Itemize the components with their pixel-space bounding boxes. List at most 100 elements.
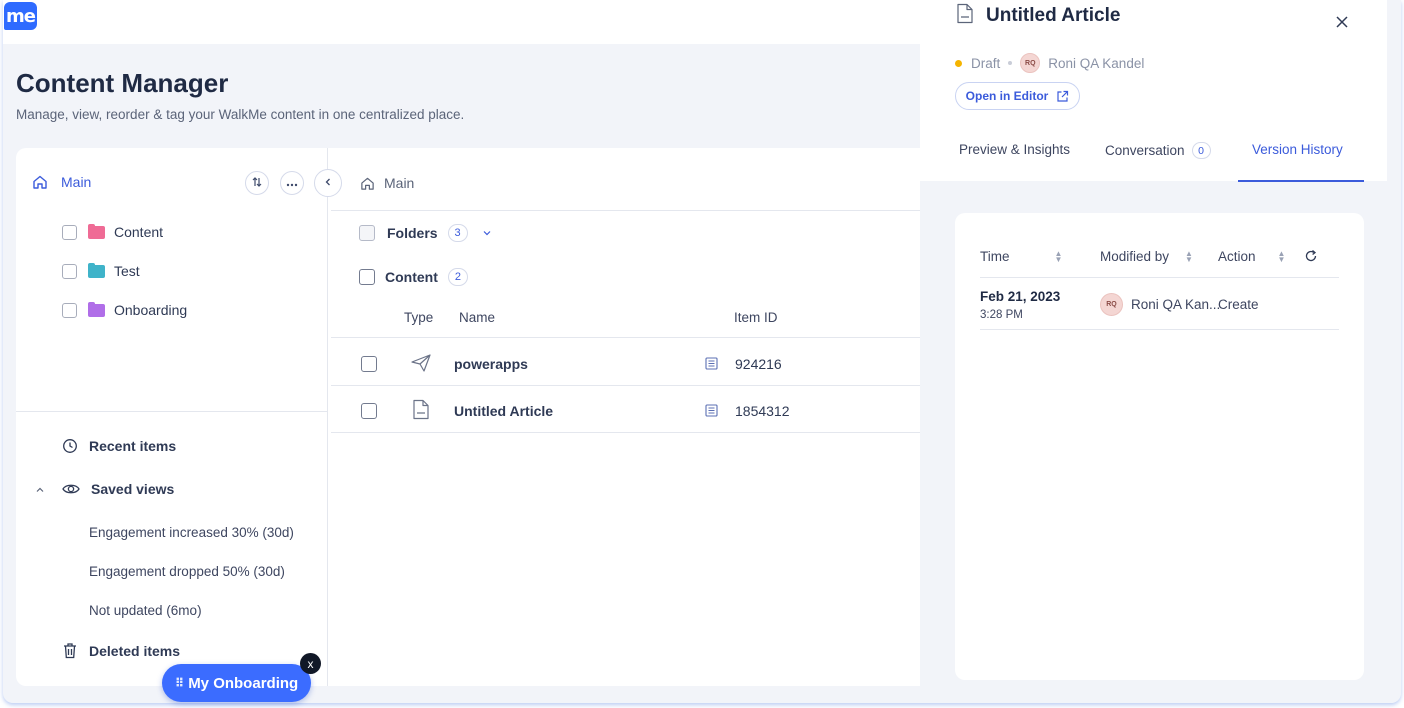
status-badge: Draft bbox=[971, 55, 1001, 71]
sidebar-item-label: Saved views bbox=[91, 481, 175, 497]
home-icon[interactable] bbox=[360, 176, 375, 191]
chevron-up-icon[interactable] bbox=[35, 485, 45, 495]
folder-label: Content bbox=[114, 224, 164, 240]
divider bbox=[980, 277, 1339, 278]
sidebar-folder-content[interactable]: Content bbox=[62, 223, 164, 240]
column-label: Time bbox=[980, 249, 1010, 264]
sidebar-folder-onboarding[interactable]: Onboarding bbox=[62, 301, 188, 318]
sidebar-item-label: Main bbox=[61, 174, 92, 190]
column-header-time[interactable]: Time ▲ ▼ bbox=[980, 249, 1062, 264]
folder-label: Test bbox=[114, 263, 140, 279]
avatar: RQ bbox=[1100, 293, 1123, 316]
separator bbox=[1008, 61, 1013, 65]
tab-version-history[interactable]: Version History bbox=[1252, 142, 1343, 157]
tab-label: Version History bbox=[1252, 142, 1343, 157]
tab-label: Preview & Insights bbox=[959, 142, 1071, 157]
page-title: Content Manager bbox=[16, 68, 229, 98]
row-checkbox[interactable] bbox=[361, 356, 377, 372]
user-name: Roni QA Kan... bbox=[1131, 297, 1221, 312]
sidebar-item-recent[interactable]: Recent items bbox=[62, 438, 176, 454]
folder-label: Onboarding bbox=[114, 302, 188, 318]
sort-icon[interactable]: ▲ ▼ bbox=[1055, 249, 1063, 263]
article-icon bbox=[412, 399, 430, 420]
home-icon bbox=[32, 174, 48, 190]
column-header-modified-by[interactable]: Modified by ▲ ▼ bbox=[1100, 249, 1193, 264]
details-panel: Untitled Article Draft RQ Roni QA Kandel… bbox=[920, 0, 1401, 703]
refresh-icon[interactable] bbox=[1304, 249, 1318, 263]
row-item-id: 1854312 bbox=[735, 403, 790, 419]
content-select-all-checkbox[interactable] bbox=[359, 269, 375, 285]
saved-view-item[interactable]: Engagement dropped 50% (30d) bbox=[89, 564, 285, 579]
status-dot bbox=[955, 59, 962, 67]
divider bbox=[331, 210, 1016, 211]
details-panel-header: Untitled Article Draft RQ Roni QA Kandel… bbox=[920, 0, 1387, 182]
folders-select-all-checkbox[interactable] bbox=[359, 225, 375, 241]
chevron-down-icon[interactable] bbox=[482, 228, 492, 238]
folder-checkbox[interactable] bbox=[62, 302, 77, 318]
active-tab-indicator bbox=[1238, 180, 1364, 182]
history-date: Feb 21, 2023 bbox=[980, 289, 1061, 304]
column-header-action[interactable]: Action ▲ ▼ bbox=[1218, 249, 1285, 264]
sidebar-folder-test[interactable]: Test bbox=[62, 262, 140, 279]
column-header-item-id[interactable]: Item ID bbox=[734, 310, 778, 325]
sort-button[interactable] bbox=[245, 171, 269, 195]
history-user: RQ Roni QA Kan... bbox=[1100, 293, 1220, 316]
column-header-name[interactable]: Name bbox=[459, 310, 495, 325]
content-section-header[interactable]: Content 2 bbox=[359, 268, 468, 286]
tab-preview-insights[interactable]: Preview & Insights bbox=[959, 142, 1070, 157]
trash-icon bbox=[62, 642, 78, 659]
folder-sidebar: Main Content Test Onboarding Recent item… bbox=[16, 148, 342, 686]
row-name[interactable]: Untitled Article bbox=[454, 403, 553, 419]
sidebar-item-label: Deleted items bbox=[89, 642, 181, 659]
divider bbox=[331, 432, 1016, 433]
sidebar-item-deleted[interactable]: Deleted items bbox=[62, 642, 180, 659]
sidebar-item-saved-views[interactable]: Saved views bbox=[62, 481, 174, 497]
tab-label: Conversation bbox=[1105, 143, 1185, 158]
content-card: Main Content Test Onboarding Recent item… bbox=[16, 148, 1016, 686]
folders-section-header[interactable]: Folders 3 bbox=[359, 224, 492, 242]
more-options-button[interactable] bbox=[280, 171, 304, 195]
folder-checkbox[interactable] bbox=[62, 224, 77, 240]
saved-view-item[interactable]: Not updated (6mo) bbox=[89, 603, 202, 618]
owner-name: Roni QA Kandel bbox=[1048, 55, 1145, 71]
content-count-badge: 2 bbox=[447, 268, 468, 286]
column-label: Action bbox=[1218, 249, 1256, 264]
content-label: Content bbox=[385, 269, 438, 285]
folder-checkbox[interactable] bbox=[62, 263, 77, 279]
paper-plane-icon bbox=[410, 353, 432, 373]
row-checkbox[interactable] bbox=[361, 403, 377, 419]
breadcrumb-item[interactable]: Main bbox=[384, 175, 414, 191]
divider bbox=[980, 329, 1339, 330]
version-history-card: Time ▲ ▼ Modified by ▲ ▼ Action ▲ ▼ Feb 21,… bbox=[955, 213, 1364, 680]
tab-conversation[interactable]: Conversation 0 bbox=[1105, 142, 1211, 159]
drag-handle-icon[interactable]: ⠿ bbox=[175, 676, 184, 690]
sidebar-item-main[interactable]: Main bbox=[32, 174, 91, 190]
eye-icon bbox=[62, 482, 80, 496]
row-name[interactable]: powerapps bbox=[454, 356, 528, 372]
folders-count-badge: 3 bbox=[447, 224, 468, 242]
folder-icon bbox=[88, 262, 105, 278]
divider bbox=[331, 337, 1016, 338]
sidebar-item-label: Recent items bbox=[89, 438, 177, 454]
list-icon bbox=[705, 404, 718, 417]
close-icon[interactable] bbox=[1334, 10, 1350, 36]
row-item-id: 924216 bbox=[735, 356, 782, 372]
sidebar-divider bbox=[16, 411, 328, 412]
close-onboarding-button[interactable]: x bbox=[300, 653, 321, 674]
open-in-editor-button[interactable]: Open in Editor bbox=[955, 82, 1080, 110]
my-onboarding-button[interactable]: ⠿ My Onboarding bbox=[162, 664, 311, 702]
clock-icon bbox=[62, 438, 78, 454]
panel-title: Untitled Article bbox=[986, 5, 1121, 26]
saved-view-item[interactable]: Engagement increased 30% (30d) bbox=[89, 525, 294, 540]
column-label: Modified by bbox=[1100, 249, 1170, 264]
sort-icon[interactable]: ▲ ▼ bbox=[1185, 249, 1193, 263]
article-icon bbox=[956, 3, 974, 24]
button-label: Open in Editor bbox=[965, 89, 1049, 103]
item-meta: Draft RQ Roni QA Kandel bbox=[955, 53, 1144, 73]
onboarding-label: My Onboarding bbox=[188, 674, 299, 692]
sort-icon[interactable]: ▲ ▼ bbox=[1278, 249, 1286, 263]
ellipsis-icon bbox=[286, 176, 298, 190]
history-time: 3:28 PM bbox=[980, 309, 1023, 321]
column-header-type[interactable]: Type bbox=[404, 310, 433, 325]
walkme-logo[interactable]: me bbox=[4, 2, 37, 30]
